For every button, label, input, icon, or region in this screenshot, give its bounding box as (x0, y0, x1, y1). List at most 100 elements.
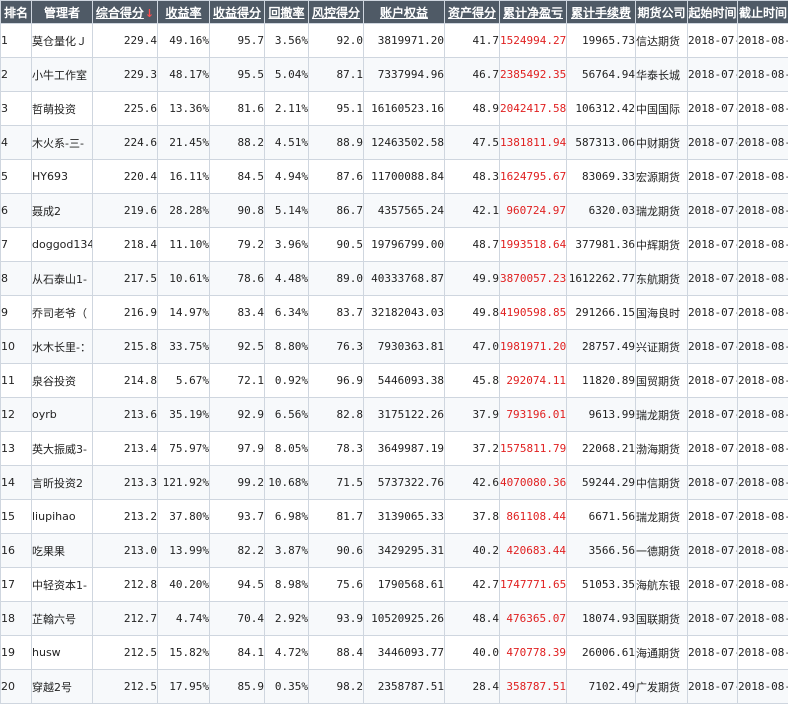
col-header-asset-score[interactable]: 资产得分 (444, 0, 500, 24)
col-header-return-rate[interactable]: 收益率 (157, 0, 210, 24)
col-header-net-pnl[interactable]: 累计净盈亏 (499, 0, 567, 24)
cell-equity: 5446093.38 (363, 363, 445, 398)
cell-manager: 泉谷投资 (31, 363, 93, 398)
cell-drawdown: 3.96% (264, 227, 309, 262)
cell-net-pnl: 420683.44 (499, 533, 567, 568)
cell-score: 213.0 (92, 533, 158, 568)
cell-manager: 从石泰山1- (31, 261, 93, 296)
sort-link-equity[interactable]: 账户权益 (380, 6, 428, 20)
cell-broker: 宏源期货 (635, 159, 688, 194)
cell-rank: 5 (0, 159, 32, 194)
cell-score: 215.8 (92, 329, 158, 364)
table-row: 18 芷翰六号 212.7 4.74% 70.4 2.92% 93.9 10520925.26… (0, 601, 788, 636)
cell-manager: oyrb (31, 397, 93, 432)
cell-drawdown: 4.72% (264, 635, 309, 670)
cell-drawdown: 4.51% (264, 125, 309, 160)
cell-net-pnl: 2042417.58 (499, 91, 567, 126)
cell-start-date: 2018-07-02 (687, 499, 738, 534)
col-header-score[interactable]: 综合得分↓ (92, 0, 158, 24)
cell-risk-score: 71.5 (308, 465, 364, 500)
cell-manager: 莫仓量化Ｊ (31, 23, 93, 58)
cell-rank: 4 (0, 125, 32, 160)
cell-drawdown: 6.56% (264, 397, 309, 432)
cell-risk-score: 83.7 (308, 295, 364, 330)
cell-drawdown: 8.05% (264, 431, 309, 466)
cell-end-date: 2018-08-24 (737, 91, 788, 126)
cell-rank: 1 (0, 23, 32, 58)
sort-link-fees[interactable]: 累计手续费 (571, 6, 631, 20)
cell-fees: 6320.03 (566, 193, 636, 228)
table-row: 8 从石泰山1- 217.5 10.61% 78.6 4.48% 89.0 40333768.… (0, 261, 788, 296)
cell-drawdown: 5.04% (264, 57, 309, 92)
cell-net-pnl: 1524994.27 (499, 23, 567, 58)
cell-risk-score: 76.3 (308, 329, 364, 364)
cell-equity: 12463502.58 (363, 125, 445, 160)
cell-score: 217.5 (92, 261, 158, 296)
cell-asset-score: 47.5 (444, 125, 500, 160)
col-header-drawdown[interactable]: 回撤率 (264, 0, 309, 24)
cell-score: 216.9 (92, 295, 158, 330)
cell-fees: 6671.56 (566, 499, 636, 534)
cell-equity: 3446093.77 (363, 635, 445, 670)
col-header-risk-score[interactable]: 风控得分 (308, 0, 364, 24)
cell-fees: 7102.49 (566, 669, 636, 704)
cell-return-rate: 33.75% (157, 329, 210, 364)
cell-score: 212.8 (92, 567, 158, 602)
table-row: 4 木火系-三- 224.6 21.45% 88.2 4.51% 88.9 12463502.… (0, 125, 788, 160)
cell-risk-score: 90.6 (308, 533, 364, 568)
cell-start-date: 2018-07-02 (687, 159, 738, 194)
cell-return-score: 99.2 (209, 465, 265, 500)
sort-link-risk-score[interactable]: 风控得分 (312, 6, 360, 20)
sort-link-return-rate[interactable]: 收益率 (165, 6, 201, 20)
cell-drawdown: 8.98% (264, 567, 309, 602)
sort-link-score[interactable]: 综合得分 (96, 6, 144, 20)
cell-return-rate: 21.45% (157, 125, 210, 160)
cell-start-date: 2018-07-02 (687, 635, 738, 670)
col-header-end: 截止时间 (737, 0, 788, 24)
cell-fees: 3566.56 (566, 533, 636, 568)
cell-end-date: 2018-08-24 (737, 23, 788, 58)
sort-link-net-pnl[interactable]: 累计净盈亏 (503, 6, 563, 20)
cell-end-date: 2018-08-24 (737, 669, 788, 704)
cell-asset-score: 48.9 (444, 91, 500, 126)
table-row: 1 莫仓量化Ｊ 229.4 49.16% 95.7 3.56% 92.0 3819971.20… (0, 23, 788, 58)
table-row: 12 oyrb 213.6 35.19% 92.9 6.56% 82.8 3175122.26… (0, 397, 788, 432)
col-header-fees[interactable]: 累计手续费 (566, 0, 636, 24)
cell-return-rate: 5.67% (157, 363, 210, 398)
col-header-start: 起始时间 (687, 0, 738, 24)
cell-risk-score: 92.0 (308, 23, 364, 58)
sort-link-return-score[interactable]: 收益得分 (213, 6, 261, 20)
cell-drawdown: 5.14% (264, 193, 309, 228)
sort-link-asset-score[interactable]: 资产得分 (448, 6, 496, 20)
cell-score: 225.6 (92, 91, 158, 126)
cell-return-score: 79.2 (209, 227, 265, 262)
cell-manager: 木火系-三- (31, 125, 93, 160)
cell-broker: 东航期货 (635, 261, 688, 296)
sort-link-drawdown[interactable]: 回撤率 (268, 6, 304, 20)
cell-equity: 1790568.61 (363, 567, 445, 602)
cell-return-score: 83.4 (209, 295, 265, 330)
cell-manager: 乔司老爷（ (31, 295, 93, 330)
table-row: 17 中轻资本1- 212.8 40.20% 94.5 8.98% 75.6 1790568.… (0, 567, 788, 602)
cell-manager: 英大振威3- (31, 431, 93, 466)
cell-end-date: 2018-08-24 (737, 227, 788, 262)
cell-drawdown: 2.11% (264, 91, 309, 126)
cell-manager: 芷翰六号 (31, 601, 93, 636)
cell-asset-score: 37.9 (444, 397, 500, 432)
cell-broker: 国联期货 (635, 601, 688, 636)
cell-end-date: 2018-08-24 (737, 465, 788, 500)
cell-manager: 小牛工作室 (31, 57, 93, 92)
cell-end-date: 2018-08-24 (737, 125, 788, 160)
cell-fees: 26006.61 (566, 635, 636, 670)
col-header-broker: 期货公司 (635, 0, 688, 24)
col-header-return-score[interactable]: 收益得分 (209, 0, 265, 24)
cell-return-score: 92.9 (209, 397, 265, 432)
cell-net-pnl: 358787.51 (499, 669, 567, 704)
cell-start-date: 2018-07-18 (687, 125, 738, 160)
cell-equity: 16160523.16 (363, 91, 445, 126)
cell-asset-score: 41.7 (444, 23, 500, 58)
cell-risk-score: 95.1 (308, 91, 364, 126)
col-header-equity[interactable]: 账户权益 (363, 0, 445, 24)
cell-end-date: 2018-08-24 (737, 635, 788, 670)
cell-fees: 18074.93 (566, 601, 636, 636)
